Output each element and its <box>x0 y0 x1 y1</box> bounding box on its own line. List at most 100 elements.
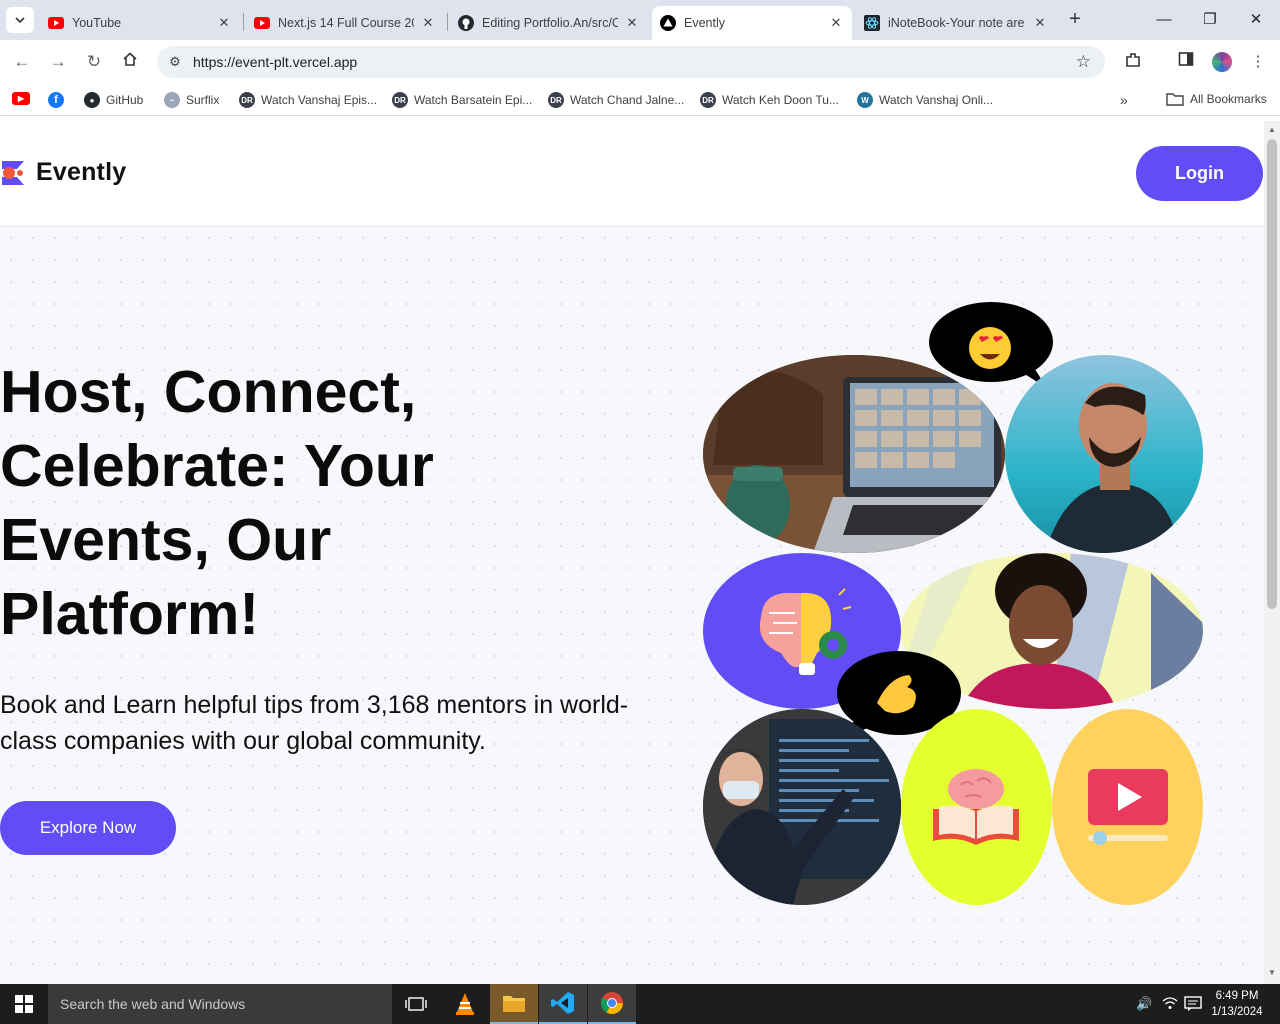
bookmark-star-icon[interactable]: ☆ <box>1076 52 1091 72</box>
github-icon: ● <box>84 92 100 108</box>
volume-icon[interactable]: 🔊 <box>1136 996 1152 1012</box>
tab-github-editing[interactable]: Editing Portfolio.An/src/C ✕ <box>450 6 648 40</box>
bookmark-github[interactable]: ● GitHub <box>84 92 143 108</box>
folder-icon <box>1166 93 1184 106</box>
file-explorer-icon[interactable] <box>490 984 538 1024</box>
vscode-icon[interactable] <box>539 984 587 1024</box>
bookmark-dramas-5[interactable]: W Watch Vanshaj Onli... <box>857 92 993 108</box>
brand-name: Evently <box>36 158 127 186</box>
close-tab-icon[interactable]: ✕ <box>828 15 844 31</box>
web-page: Evently Login Host, Connect, Celebrate: … <box>0 121 1264 984</box>
youtube-icon <box>48 15 64 31</box>
hero-collage <box>703 302 1203 912</box>
page-scrollbar[interactable]: ▲ ▼ <box>1264 121 1280 984</box>
bookmark-dramas-3[interactable]: DR Watch Chand Jalne... <box>548 92 684 108</box>
chevron-down-icon <box>15 17 25 24</box>
tab-divider <box>447 13 448 31</box>
bookmark-label: Watch Chand Jalne... <box>570 93 685 107</box>
close-tab-icon[interactable]: ✕ <box>1032 15 1048 31</box>
mentor-presenting-image <box>703 709 901 905</box>
tab-title: Editing Portfolio.An/src/C <box>482 16 618 30</box>
forward-icon[interactable]: → <box>46 50 70 74</box>
address-bar[interactable]: ⚙ https://event-plt.vercel.app ☆ <box>157 46 1105 78</box>
task-view-icon[interactable] <box>392 984 440 1024</box>
taskbar-search-box[interactable]: Search the web and Windows <box>48 984 392 1024</box>
youtube-icon <box>254 15 270 31</box>
tab-title: iNoteBook-Your note are <box>888 16 1025 30</box>
bookmark-dramas-1[interactable]: DR Watch Vanshaj Epis... <box>239 92 377 108</box>
bookmark-label: GitHub <box>106 93 144 107</box>
all-bookmarks[interactable]: All Bookmarks <box>1166 92 1267 106</box>
youtube-icon: ▶ <box>12 92 30 105</box>
start-button[interactable] <box>0 984 48 1024</box>
evently-logo[interactable]: Evently <box>0 158 126 187</box>
site-settings-icon[interactable]: ⚙ <box>167 54 183 70</box>
bookmark-label: Watch Vanshaj Onli... <box>879 93 994 107</box>
close-tab-icon[interactable]: ✕ <box>420 15 436 31</box>
bookmark-label: Surflix <box>186 93 220 107</box>
dr-icon: DR <box>239 92 255 108</box>
scroll-down-icon[interactable]: ▼ <box>1267 968 1277 977</box>
scroll-up-icon[interactable]: ▲ <box>1267 125 1277 134</box>
vercel-icon <box>660 15 676 31</box>
heart-eyes-speech-bubble <box>929 302 1053 392</box>
hero-section: Host, Connect, Celebrate: Your Events, O… <box>0 227 1264 984</box>
bookmark-label: Watch Vanshaj Epis... <box>261 93 378 107</box>
vlc-icon[interactable] <box>441 984 489 1024</box>
scrollbar-thumb[interactable] <box>1267 139 1277 609</box>
minimize-icon[interactable]: — <box>1152 8 1176 32</box>
hero-title: Host, Connect, Celebrate: Your Events, O… <box>0 359 434 647</box>
browser-tab-bar: YouTube ✕ Next.js 14 Full Course 2024 ✕ … <box>0 0 1280 40</box>
reload-icon[interactable]: ↻ <box>82 50 106 74</box>
menu-kebab-icon[interactable]: ⋮ <box>1247 51 1269 73</box>
tab-search-button[interactable] <box>6 7 34 33</box>
clock-date: 1/13/2024 <box>1211 1006 1263 1018</box>
close-tab-icon[interactable]: ✕ <box>624 15 640 31</box>
back-icon[interactable]: ← <box>10 50 34 74</box>
windows-logo-icon <box>15 995 33 1013</box>
dr-icon: DR <box>548 92 564 108</box>
browser-toolbar: ← → ↻ ⚙ https://event-plt.vercel.app ☆ ⋮ <box>0 40 1280 84</box>
explore-now-button[interactable]: Explore Now <box>0 801 176 855</box>
bookmark-label: Watch Keh Doon Tu... <box>722 93 839 107</box>
surflix-icon: ~ <box>164 92 180 108</box>
chrome-icon[interactable] <box>588 984 636 1024</box>
tab-title: Evently <box>684 16 725 30</box>
close-window-icon[interactable]: ✕ <box>1244 8 1268 32</box>
tab-youtube[interactable]: YouTube ✕ <box>40 6 240 40</box>
dr-icon: DR <box>392 92 408 108</box>
bookmark-facebook[interactable]: f <box>48 92 70 108</box>
hero-subtitle: Book and Learn helpful tips from 3,168 m… <box>0 691 629 755</box>
side-panel-icon[interactable] <box>1175 51 1197 73</box>
tab-title: YouTube <box>72 16 122 30</box>
close-tab-icon[interactable]: ✕ <box>216 15 232 31</box>
video-lesson-tile <box>1052 709 1203 905</box>
learning-book-tile <box>901 709 1052 905</box>
all-bookmarks-label: All Bookmarks <box>1190 92 1267 106</box>
tab-divider <box>243 13 244 31</box>
restore-icon[interactable]: ❐ <box>1198 8 1222 32</box>
url-text[interactable]: https://event-plt.vercel.app <box>193 54 357 70</box>
bookmark-surflix[interactable]: ~ Surflix <box>164 92 219 108</box>
clock-time: 6:49 PM <box>1215 990 1259 1002</box>
wifi-icon[interactable] <box>1162 996 1178 1013</box>
bookmark-label: Watch Barsatein Epi... <box>414 93 533 107</box>
site-header: Evently Login <box>0 121 1264 227</box>
logo-mark-icon <box>0 159 28 187</box>
tab-nextjs-course[interactable]: Next.js 14 Full Course 2024 ✕ <box>246 6 444 40</box>
new-tab-icon[interactable]: + <box>1064 8 1086 30</box>
bookmark-youtube[interactable]: ▶ <box>12 92 36 105</box>
tab-inotebook[interactable]: iNoteBook-Your note are ✕ <box>856 6 1056 40</box>
profile-avatar[interactable] <box>1212 52 1232 72</box>
login-button[interactable]: Login <box>1136 146 1263 201</box>
github-icon <box>458 15 474 31</box>
bookmark-dramas-4[interactable]: DR Watch Keh Doon Tu... <box>700 92 839 108</box>
extensions-icon[interactable] <box>1122 51 1144 73</box>
notifications-icon[interactable] <box>1184 996 1202 1015</box>
tab-evently[interactable]: Evently ✕ <box>652 6 852 40</box>
bookmarks-overflow-icon[interactable]: » <box>1120 92 1128 108</box>
bookmark-dramas-2[interactable]: DR Watch Barsatein Epi... <box>392 92 532 108</box>
facebook-icon: f <box>48 92 64 108</box>
system-clock[interactable]: 6:49 PM 1/13/2024 <box>1206 988 1268 1020</box>
home-icon[interactable] <box>118 50 142 74</box>
